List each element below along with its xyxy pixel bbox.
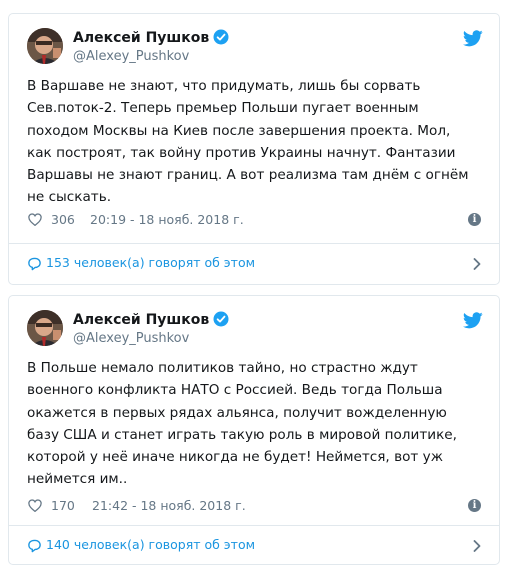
twitter-bird-icon[interactable] xyxy=(462,30,483,47)
like-count[interactable]: 170 xyxy=(51,498,75,513)
twitter-bird-icon[interactable] xyxy=(462,312,483,329)
tweet-timestamp[interactable]: 21:42 - 18 нояб. 2018 г. xyxy=(92,498,246,513)
avatar[interactable] xyxy=(27,28,63,64)
info-icon[interactable]: i xyxy=(468,499,481,512)
conversation-text[interactable]: 153 человек(а) говорят об этом xyxy=(46,255,255,270)
tweet-text: В Польше немало политиков тайно, но стра… xyxy=(27,360,457,488)
reply-bubble-icon xyxy=(28,257,41,271)
tweet-timestamp[interactable]: 20:19 - 18 нояб. 2018 г. xyxy=(90,212,244,227)
author-handle[interactable]: @Alexey_Pushkov xyxy=(73,331,189,346)
heart-icon[interactable] xyxy=(28,213,42,226)
tweet-meta: 306 20:19 - 18 нояб. 2018 г. i xyxy=(27,212,483,230)
chevron-right-icon xyxy=(473,540,481,552)
author-name[interactable]: Алексей Пушков xyxy=(73,29,229,49)
author-name-text[interactable]: Алексей Пушков xyxy=(73,312,209,328)
tweet-meta: 170 21:42 - 18 нояб. 2018 г. i xyxy=(27,498,483,516)
info-icon[interactable]: i xyxy=(468,213,481,226)
conversation-text[interactable]: 140 человек(а) говорят об этом xyxy=(46,537,255,552)
tweet-header: Алексей Пушков @Alexey_Pushkov xyxy=(27,28,483,68)
author-name[interactable]: Алексей Пушков xyxy=(73,311,229,331)
reply-bubble-icon xyxy=(28,539,41,553)
conversation-link[interactable]: 140 человек(а) говорят об этом xyxy=(9,526,499,566)
heart-icon[interactable] xyxy=(28,499,42,512)
chevron-right-icon xyxy=(473,258,481,270)
tweet-text: В Варшаве не знают, что придумать, лишь … xyxy=(27,78,469,206)
like-count[interactable]: 306 xyxy=(51,212,75,227)
tweet-header: Алексей Пушков @Alexey_Pushkov xyxy=(27,310,483,350)
tweet-card[interactable]: Алексей Пушков @Alexey_Pushkov В Польше … xyxy=(8,295,500,565)
avatar[interactable] xyxy=(27,310,63,346)
conversation-link[interactable]: 153 человек(а) говорят об этом xyxy=(9,244,499,284)
author-handle[interactable]: @Alexey_Pushkov xyxy=(73,49,189,64)
verified-icon xyxy=(213,311,229,331)
verified-icon xyxy=(213,29,229,49)
author-name-text[interactable]: Алексей Пушков xyxy=(73,30,209,46)
tweet-card[interactable]: Алексей Пушков @Alexey_Pushkov В Варшаве… xyxy=(8,13,500,285)
